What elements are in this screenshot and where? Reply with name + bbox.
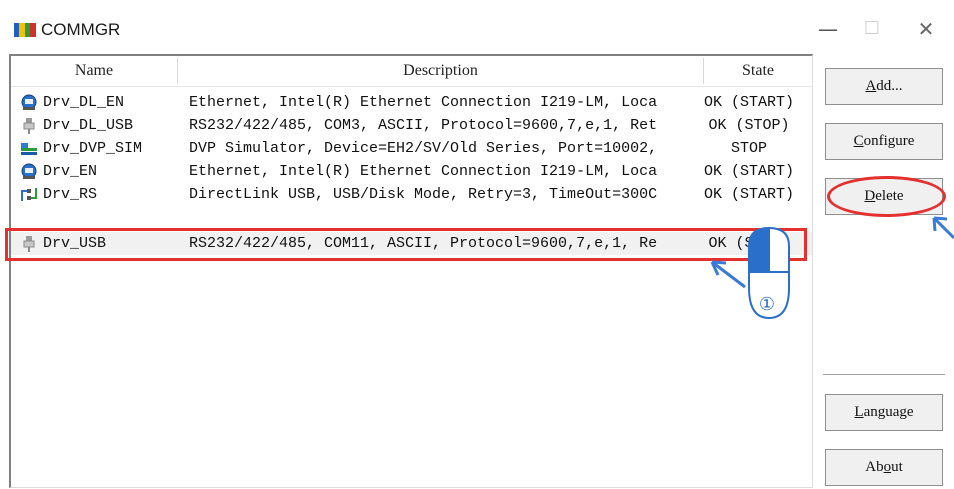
- arrow-to-delete-icon: [932, 216, 954, 240]
- step-number-label: ①: [759, 294, 775, 315]
- annotation-overlay: ①: [710, 216, 954, 320]
- commgr-window: COMMGR — ☐ ✕ Name Description State Drv_…: [0, 0, 954, 489]
- arrow-to-row-icon: [710, 260, 746, 289]
